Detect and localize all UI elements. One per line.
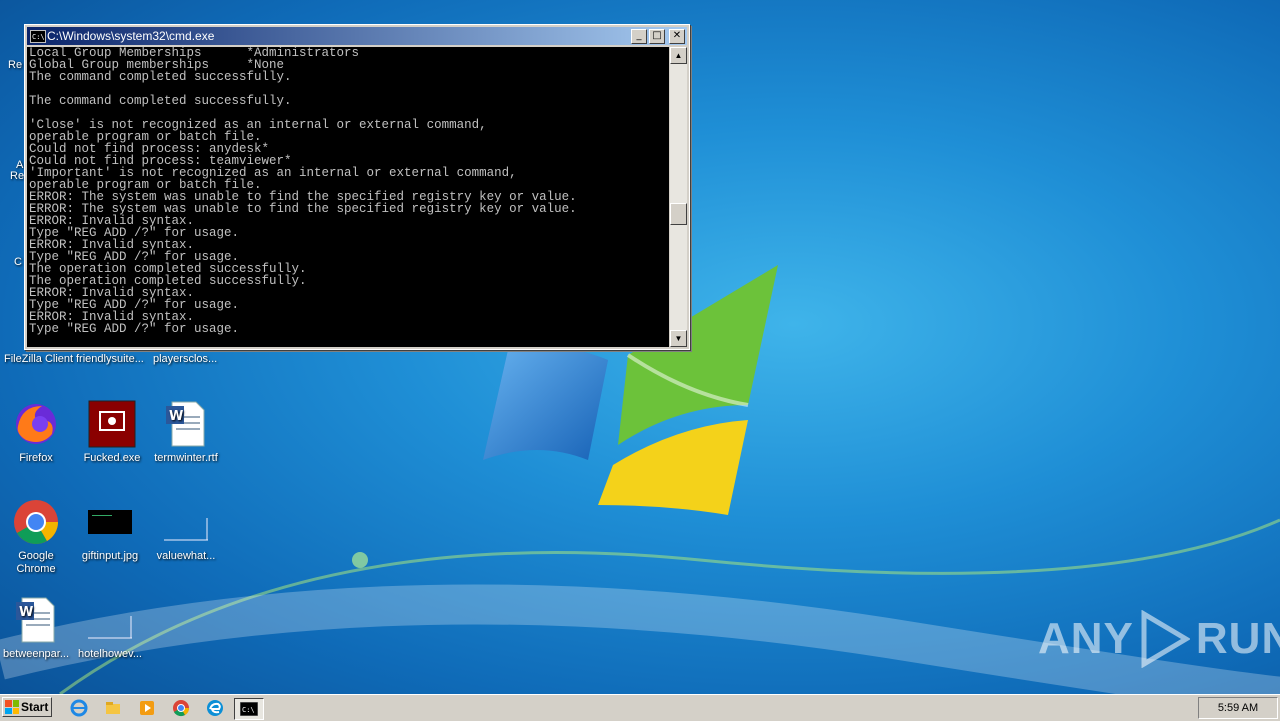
watermark-text-right: RUN: [1195, 614, 1280, 663]
console-line: The command completed successfully.: [29, 70, 292, 84]
firefox-icon: [12, 400, 60, 448]
edge-icon[interactable]: [204, 698, 226, 718]
scroll-up-button[interactable]: ▲: [670, 47, 687, 64]
console-line: Type "REG ADD /?" for usage.: [29, 322, 240, 336]
anyrun-watermark: ANY RUN: [1038, 610, 1280, 668]
red-app-icon: [88, 400, 136, 448]
desktop-icon-friendlysuite-label[interactable]: friendlysuite...: [76, 353, 144, 365]
cmd-title-bar[interactable]: C:\Windows\system32\cmd.exe _ □ ✕: [27, 27, 687, 46]
media-player-icon[interactable]: [136, 698, 158, 718]
close-button[interactable]: ✕: [669, 29, 685, 44]
start-label: Start: [21, 700, 49, 714]
console-line: The command completed successfully.: [29, 94, 292, 108]
desktop-icon-valuewhat[interactable]: valuewhat...: [148, 498, 224, 563]
blank-file-icon: [162, 498, 210, 546]
svg-text:W: W: [19, 605, 33, 620]
image-thumbnail-icon: [86, 498, 134, 546]
desktop-icon-label: Google Chrome: [16, 550, 56, 575]
console-output[interactable]: Local Group Memberships *Administrators G…: [27, 47, 669, 347]
desktop-icon-filezilla-label[interactable]: FileZilla Client: [4, 353, 73, 365]
desktop-icon-google-chrome[interactable]: Google Chrome: [0, 498, 74, 576]
desktop-icon-giftinput[interactable]: giftinput.jpg: [72, 498, 148, 563]
windows-flag-icon: [5, 700, 19, 714]
blank-file-icon: [86, 596, 134, 644]
scroll-thumb[interactable]: [670, 203, 687, 225]
svg-text:W: W: [169, 409, 183, 424]
desktop-icon-fucked-exe[interactable]: Fucked.exe: [74, 400, 150, 465]
desktop-icon-playersclos-label[interactable]: playersclos...: [153, 353, 217, 365]
play-icon: [1141, 610, 1190, 668]
desktop-icon-label: Fucked.exe: [83, 452, 141, 464]
desktop-icon-label: hotelhowev...: [77, 648, 142, 660]
desktop-icon-label: Firefox: [19, 452, 53, 464]
desktop-icon-hotelhowev[interactable]: hotelhowev...: [72, 596, 148, 661]
start-button[interactable]: Start: [2, 697, 52, 717]
maximize-button[interactable]: □: [649, 29, 665, 44]
word-document-icon: W: [162, 400, 210, 448]
system-clock[interactable]: 5:59 AM: [1198, 697, 1278, 719]
desktop-icon-label: termwinter.rtf: [154, 452, 218, 464]
desktop-icon-label: giftinput.jpg: [81, 550, 139, 562]
cmd-taskbar-button[interactable]: C:\: [234, 698, 264, 720]
desktop-icon-label: valuewhat...: [156, 550, 216, 562]
minimize-button[interactable]: _: [631, 29, 647, 44]
desktop-icon-label: betweenpar...: [2, 648, 70, 660]
partial-label: Re: [10, 170, 25, 182]
watermark-text-left: ANY: [1038, 614, 1134, 663]
cmd-window[interactable]: C:\Windows\system32\cmd.exe _ □ ✕ Local …: [24, 24, 690, 350]
scroll-down-button[interactable]: ▼: [670, 330, 687, 347]
explorer-icon[interactable]: [102, 698, 124, 718]
cmd-icon[interactable]: [30, 28, 46, 46]
word-document-icon: W: [12, 596, 60, 644]
desktop-icon-firefox[interactable]: Firefox: [0, 400, 74, 465]
ie-icon[interactable]: [68, 698, 90, 718]
desktop-icon-betweenpar[interactable]: W betweenpar...: [0, 596, 74, 661]
taskbar: Start C:\ 5:59 AM: [0, 694, 1280, 721]
partial-label: Re: [8, 59, 23, 71]
vertical-scrollbar[interactable]: ▲ ▼: [670, 47, 687, 347]
chrome-icon: [12, 498, 60, 546]
svg-text:C:\: C:\: [242, 706, 255, 714]
chrome-icon[interactable]: [170, 698, 192, 718]
desktop-icon-termwinter[interactable]: W termwinter.rtf: [148, 400, 224, 465]
window-title: C:\Windows\system32\cmd.exe: [47, 29, 215, 43]
partial-label: C: [14, 256, 22, 268]
